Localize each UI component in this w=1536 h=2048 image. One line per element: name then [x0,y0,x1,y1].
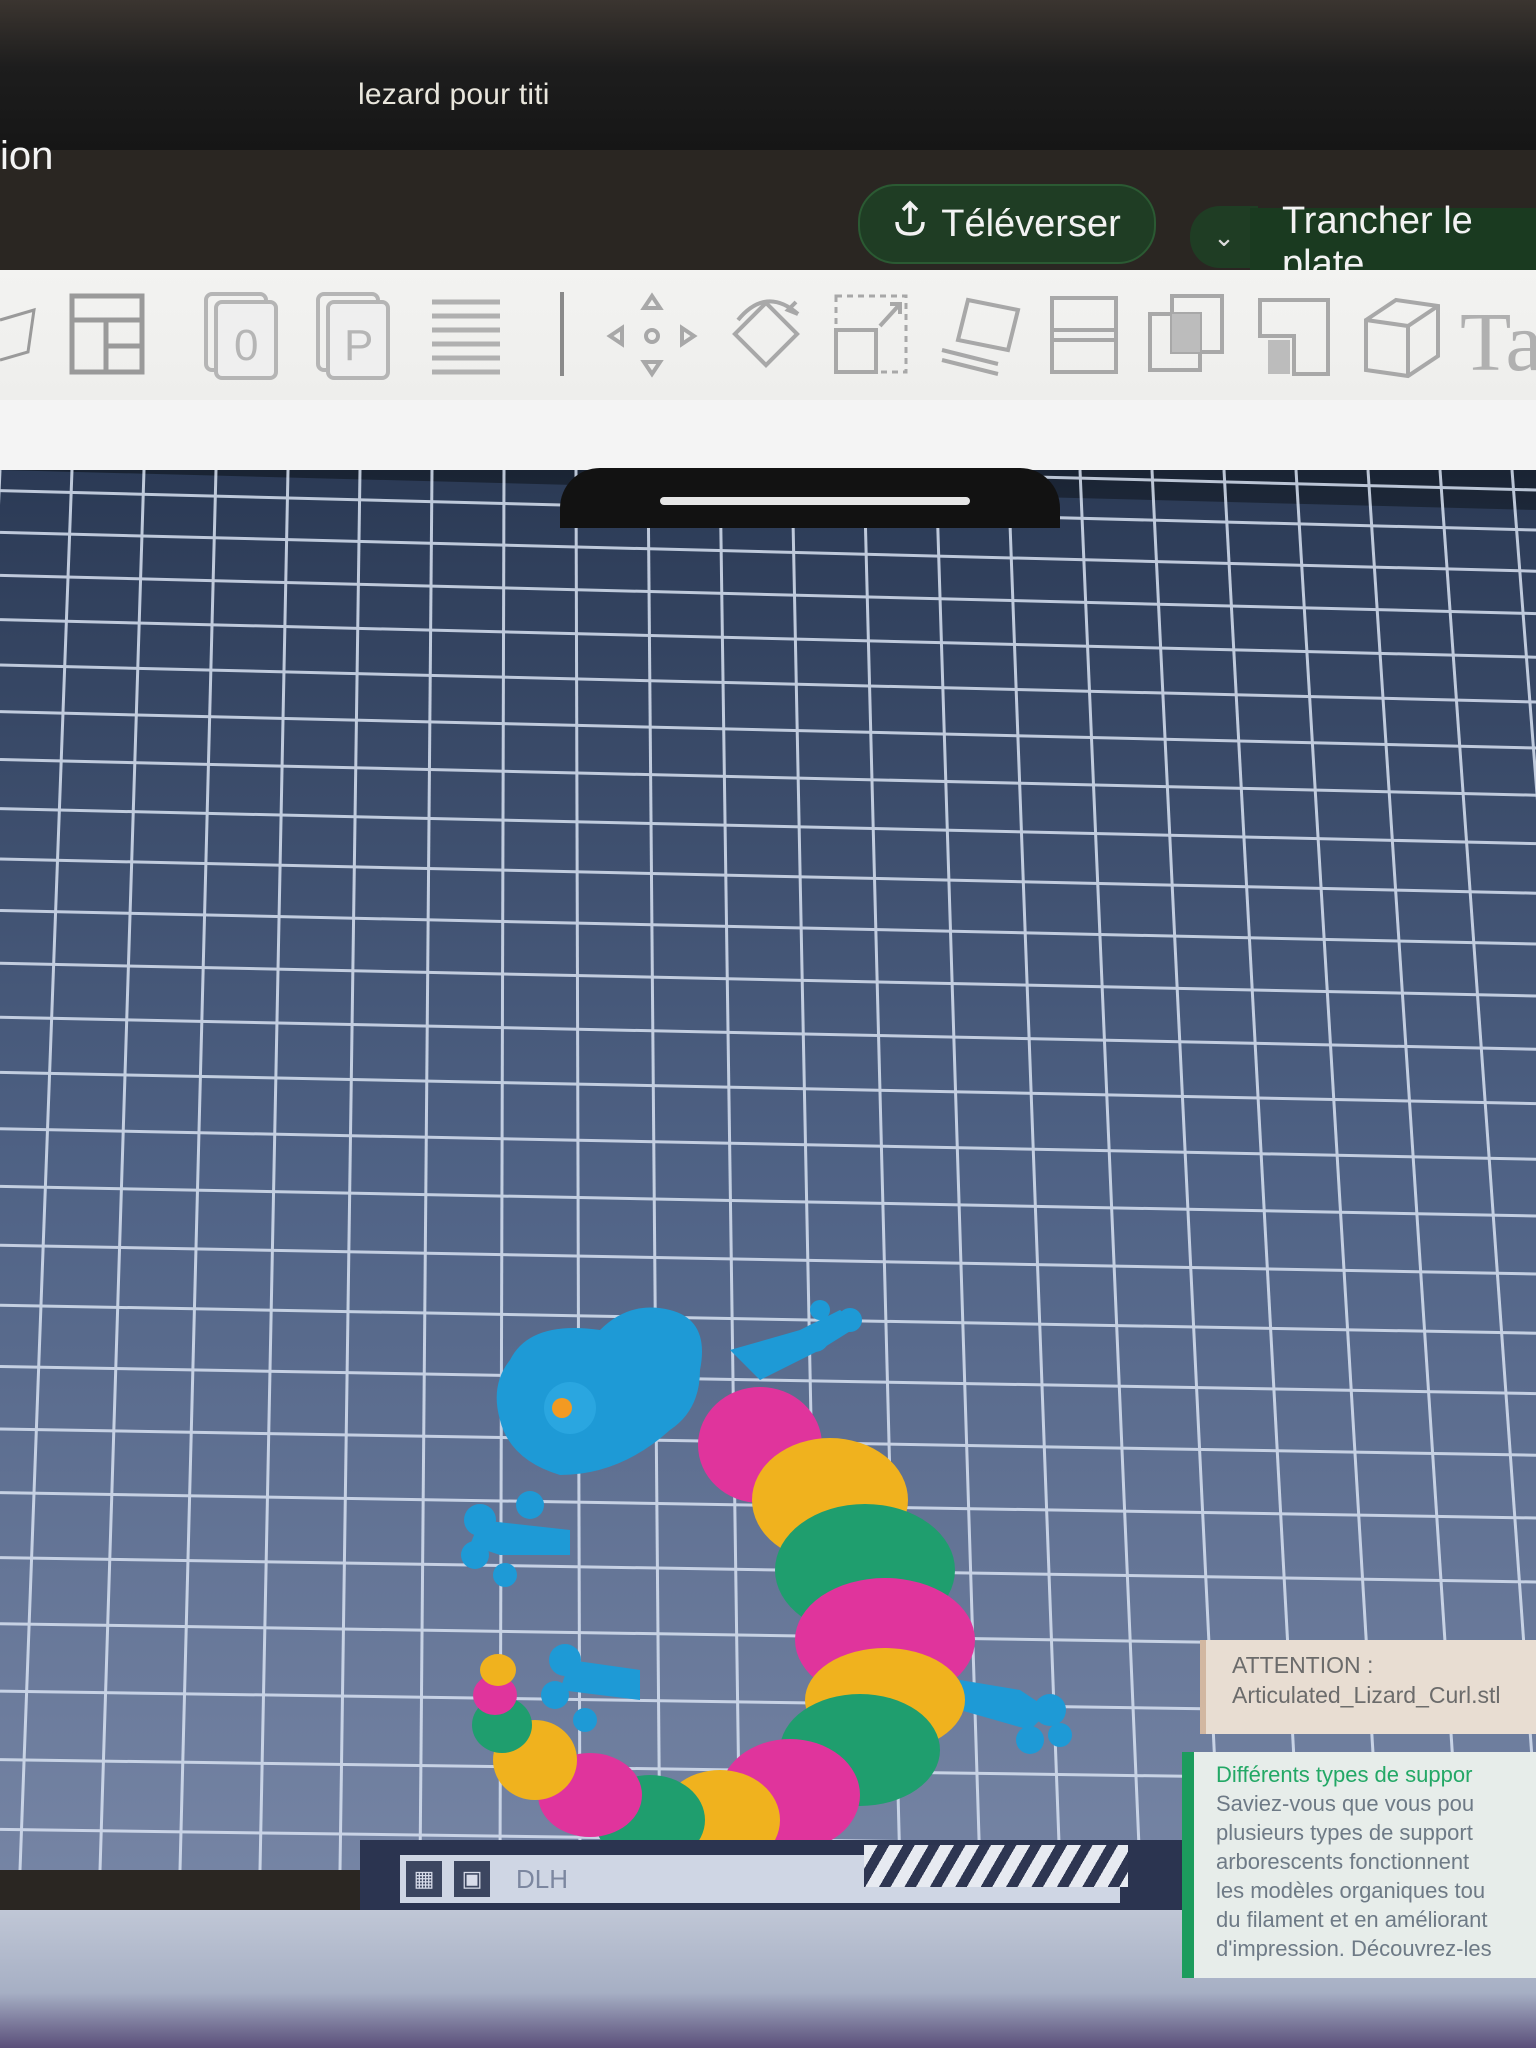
warning-title: ATTENTION : [1232,1652,1374,1678]
menu-item[interactable]: ion [0,134,53,179]
plate-settings-icon[interactable]: P [312,290,394,380]
upload-label: Téléverser [941,202,1121,245]
warning-notification[interactable]: ATTENTION : Articulated_Lizard_Curl.stl [1200,1640,1536,1734]
lizard-model[interactable] [440,1290,1140,1870]
progress-stripes [864,1845,1128,1887]
lay-on-face-icon[interactable] [938,290,1024,380]
upload-button[interactable]: Téléverser [858,184,1156,264]
supports-icon[interactable] [1254,290,1334,380]
bottom-bar-label: DLH [516,1863,569,1894]
tip-line: arborescents fonctionnent [1216,1849,1470,1874]
text-tool-icon[interactable]: Ta [1460,290,1536,389]
svg-text:P: P [344,321,373,370]
tip-line: plusieurs types de support [1216,1820,1473,1845]
svg-text:Ta: Ta [1460,296,1536,380]
slice-dropdown-button[interactable]: ⌄ [1190,206,1258,268]
tip-line: Saviez-vous que vous pou [1216,1791,1475,1816]
tip-line: d'impression. Découvrez-les [1216,1936,1492,1961]
slice-plate-button[interactable]: Trancher le plate [1250,200,1536,285]
scale-icon[interactable] [830,290,910,380]
camera-view-icon[interactable]: ▣ [454,1861,490,1897]
grid-view-icon[interactable]: ▦ [406,1861,442,1897]
plate-handle-bar [660,497,970,505]
chevron-down-icon: ⌄ [1213,221,1235,252]
toolbar-separator [560,292,564,376]
add-object-icon[interactable] [0,290,40,380]
svg-text:0: 0 [234,321,258,370]
objects-list-icon[interactable] [428,290,504,380]
toolbar: 0 P Ta [0,270,1536,400]
window-title: lezard pour titi [358,78,550,111]
viewport-top-strip [0,400,1536,470]
warning-body: Articulated_Lizard_Curl.stl [1232,1682,1501,1708]
upload-icon [893,200,927,248]
tip-line: du filament et en améliorant [1216,1907,1488,1932]
orient-plate-icon[interactable]: 0 [200,290,282,380]
tip-line: les modèles organiques tou [1216,1878,1486,1903]
boolean-icon[interactable] [1146,290,1228,380]
move-icon[interactable] [604,290,700,380]
title-bar: lezard pour titi ion [0,0,1536,178]
rotate-icon[interactable] [718,290,814,380]
cut-icon[interactable] [1048,290,1120,380]
tip-title: Différents types de suppor [1216,1762,1473,1787]
seam-icon[interactable] [1356,290,1444,380]
layout-icon[interactable] [68,290,148,380]
tip-notification[interactable]: Différents types de suppor Saviez-vous q… [1182,1752,1536,1978]
